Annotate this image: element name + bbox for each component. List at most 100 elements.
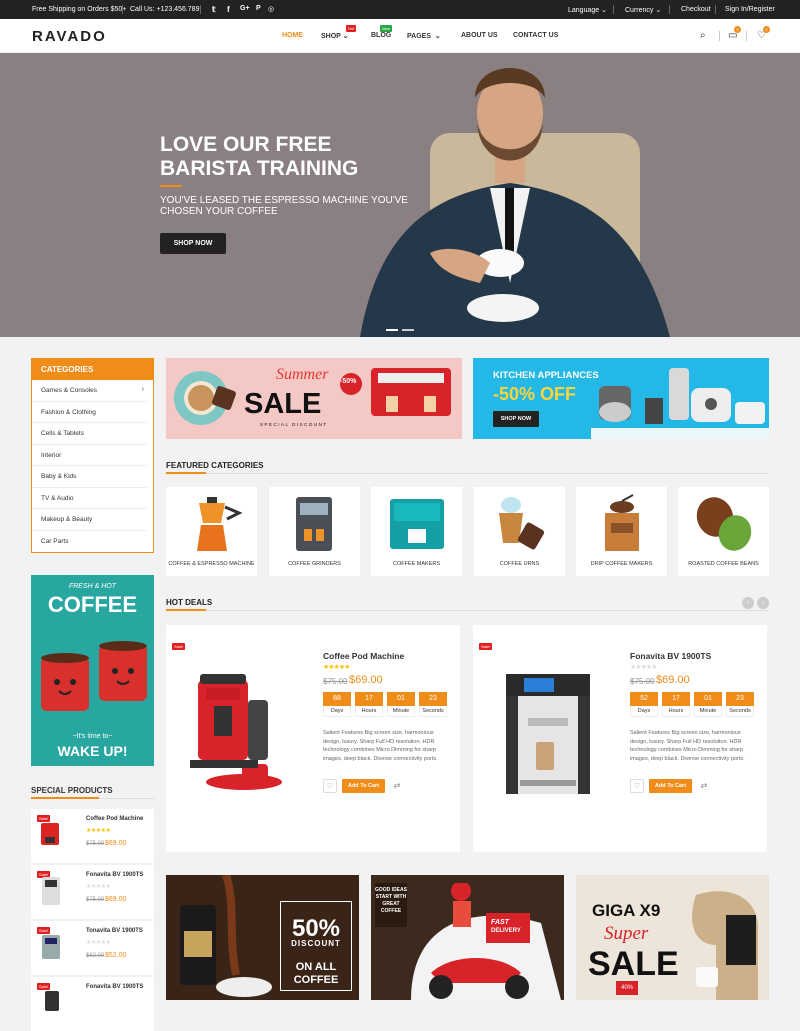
category-item[interactable]: Makeup & Beauty [32, 509, 147, 531]
giga-x9-sale-banner[interactable]: GIGA X9 Super SALE 40% [576, 875, 769, 1000]
wishlist-button[interactable]: ♡ [630, 779, 644, 793]
hot-deal-card[interactable]: Sale! Fonavita BV 1900TS ★★★★★ $75.00 $6… [473, 625, 767, 852]
espresso-machine-image [506, 674, 590, 794]
hot-deals-heading: HOT DEALS [166, 598, 213, 607]
coffee-pod-machine-thumb [45, 991, 59, 1011]
slider-dot-2[interactable] [402, 329, 414, 331]
category-item[interactable]: Car Parts [32, 531, 147, 553]
add-to-cart-button[interactable]: Add To Cart [649, 779, 692, 793]
rating-stars: ★★★★★ [86, 828, 111, 834]
sale-badge: Sale! [172, 643, 186, 650]
hero-divider [160, 185, 182, 187]
featured-category-card[interactable]: COFFEE URNS [474, 487, 565, 576]
featured-categories-heading: FEATURED CATEGORIES [166, 461, 264, 470]
nav-contact[interactable]: CONTACT US [513, 32, 558, 39]
countdown-hours: 17 Hours [662, 692, 690, 717]
section-divider [166, 473, 768, 474]
heart-icon: ♡ [633, 783, 641, 790]
price: $69.00 [349, 674, 383, 686]
nav-about[interactable]: ABOUT US [461, 32, 498, 39]
carousel-next-button[interactable]: › [757, 597, 769, 609]
nav-home[interactable]: HOME [282, 32, 303, 39]
pinterest-icon[interactable]: P [256, 5, 261, 12]
special-product-card[interactable]: Sale! Fonavita BV 1900TS ★★★★★ $75.00 $6… [31, 865, 154, 919]
facebook-icon[interactable]: f [227, 5, 230, 14]
coffee-beans-icon [696, 497, 752, 551]
nav-pages[interactable]: PAGES ⌄ [407, 32, 441, 40]
delivery-banner[interactable]: GOOD IDEAS START WITH GREAT COFFEE FAST … [371, 875, 564, 1000]
nav-shop[interactable]: SHOP ⌄ [321, 32, 349, 40]
product-name[interactable]: Coffee Pod Machine [86, 816, 143, 822]
coffee-discount-banner[interactable]: 50% DISCOUNT ON ALL COFFEE [166, 875, 359, 1000]
slider-dot-1[interactable] [386, 329, 398, 331]
hero-subtitle: YOU'VE LEASED THE ESPRESSO MACHINE YOU'V… [160, 195, 408, 217]
compare-button[interactable]: ⇄ [697, 779, 711, 793]
kitchen-appliances-banner[interactable]: KITCHEN APPLIANCES -50% OFF SHOP NOW [473, 358, 769, 439]
hero-shop-now-button[interactable]: SHOP NOW [160, 233, 226, 254]
delivery-label: DELIVERY [491, 928, 521, 934]
discount-on: ON ALL [295, 961, 337, 973]
google-plus-icon[interactable]: G+ [240, 5, 250, 12]
discount-badge: -50% [340, 378, 357, 385]
rating-stars: ★★★★★ [86, 884, 111, 890]
new-tag: New [380, 25, 393, 32]
sale-badge: Sale! [479, 643, 493, 650]
compare-icon: ⇄ [393, 781, 401, 790]
top-bar: Free Shipping on Orders $50+ Call Us: +1… [0, 0, 800, 19]
shipping-note: Free Shipping on Orders $50+ [32, 6, 127, 13]
promo-script-title: Summer [276, 366, 329, 383]
special-product-card[interactable]: Sale! Coffee Pod Machine ★★★★★ $75.00 $6… [31, 809, 154, 863]
wishlist-button[interactable]: ♡ [323, 779, 337, 793]
espresso-machine-illustration [692, 891, 758, 1000]
compare-button[interactable]: ⇄ [390, 779, 404, 793]
carousel-prev-button[interactable]: ‹ [742, 597, 754, 609]
coffee-mugs-illustration [41, 641, 147, 711]
category-item[interactable]: Fashion & Clothing [32, 402, 147, 423]
featured-category-card[interactable]: ROASTED COFFEE BEANS [678, 487, 769, 576]
featured-category-card[interactable]: COFFEE MAKERS [371, 487, 462, 576]
featured-category-card[interactable]: COFFEE GRINDERS [269, 487, 360, 576]
product-name[interactable]: Fonavita BV 1900TS [86, 984, 143, 990]
category-item[interactable]: Interior [32, 445, 147, 466]
category-item[interactable]: Baby & Kids [32, 466, 147, 488]
site-logo[interactable]: RAVADO [32, 28, 107, 45]
hot-deal-card[interactable]: Sale! Coffee Pod Machine ★★★★★ $75.00 $6… [166, 625, 460, 852]
nav-blog[interactable]: BLOG [371, 32, 391, 39]
featured-category-card[interactable]: DRIP COFFEE MAKERS [576, 487, 667, 576]
category-item[interactable]: TV & Audio [32, 488, 147, 509]
coffee-urn-icon [499, 497, 545, 550]
product-name[interactable]: Tonavita BV 1900TS [86, 928, 143, 934]
category-label: COFFEE GRINDERS [288, 561, 341, 567]
product-name[interactable]: Fonavita BV 1900TS [86, 872, 143, 878]
language-select[interactable]: Language ⌄ [568, 6, 607, 14]
banner-sale-text: SALE [588, 945, 679, 983]
special-products-heading: SPECIAL PRODUCTS [31, 786, 113, 795]
old-price: $75.00 [323, 677, 348, 686]
section-accent [166, 472, 206, 474]
product-name[interactable]: Fonavita BV 1900TS [630, 651, 711, 661]
main-header: RAVADO HOME SHOP ⌄ Hot BLOG New PAGES ⌄ … [0, 19, 800, 53]
category-item[interactable]: Cells & Tablets [32, 423, 147, 445]
signin-link[interactable]: Sign In/Register [725, 6, 775, 13]
promo-shop-now-button[interactable]: SHOP NOW [493, 411, 539, 427]
category-item[interactable]: Games & Consoles › [32, 380, 147, 402]
special-product-card[interactable]: Sale! Fonavita BV 1900TS [31, 977, 154, 1031]
fast-label: FAST [491, 919, 509, 926]
hot-tag: Hot [346, 25, 357, 32]
instagram-icon[interactable]: ◎ [268, 5, 274, 13]
summer-sale-banner[interactable]: Summer -50% SALE SPECIAL DISCOUNT [166, 358, 462, 439]
section-accent [166, 609, 206, 611]
checkout-link[interactable]: Checkout [681, 6, 711, 13]
categories-heading: CATEGORIES [32, 359, 153, 380]
espresso-machine-thumb [42, 935, 60, 959]
category-label: COFFEE & ESPRESSO MACHINE [168, 561, 255, 567]
search-icon[interactable]: ⌕ [700, 30, 706, 41]
coffee-side-banner[interactable]: FRESH & HOT COFFEE ~It's time to~ WAKE U… [31, 575, 154, 766]
add-to-cart-button[interactable]: Add To Cart [342, 779, 385, 793]
twitter-icon[interactable]: 𝕥 [212, 5, 216, 14]
special-product-card[interactable]: Sale! Tonavita BV 1900TS ★★★★★ $62.00 $5… [31, 921, 154, 975]
currency-select[interactable]: Currency ⌄ [625, 6, 661, 14]
product-name[interactable]: Coffee Pod Machine [323, 651, 404, 661]
compare-icon: ⇄ [700, 781, 708, 790]
featured-category-card[interactable]: COFFEE & ESPRESSO MACHINE [166, 487, 257, 576]
